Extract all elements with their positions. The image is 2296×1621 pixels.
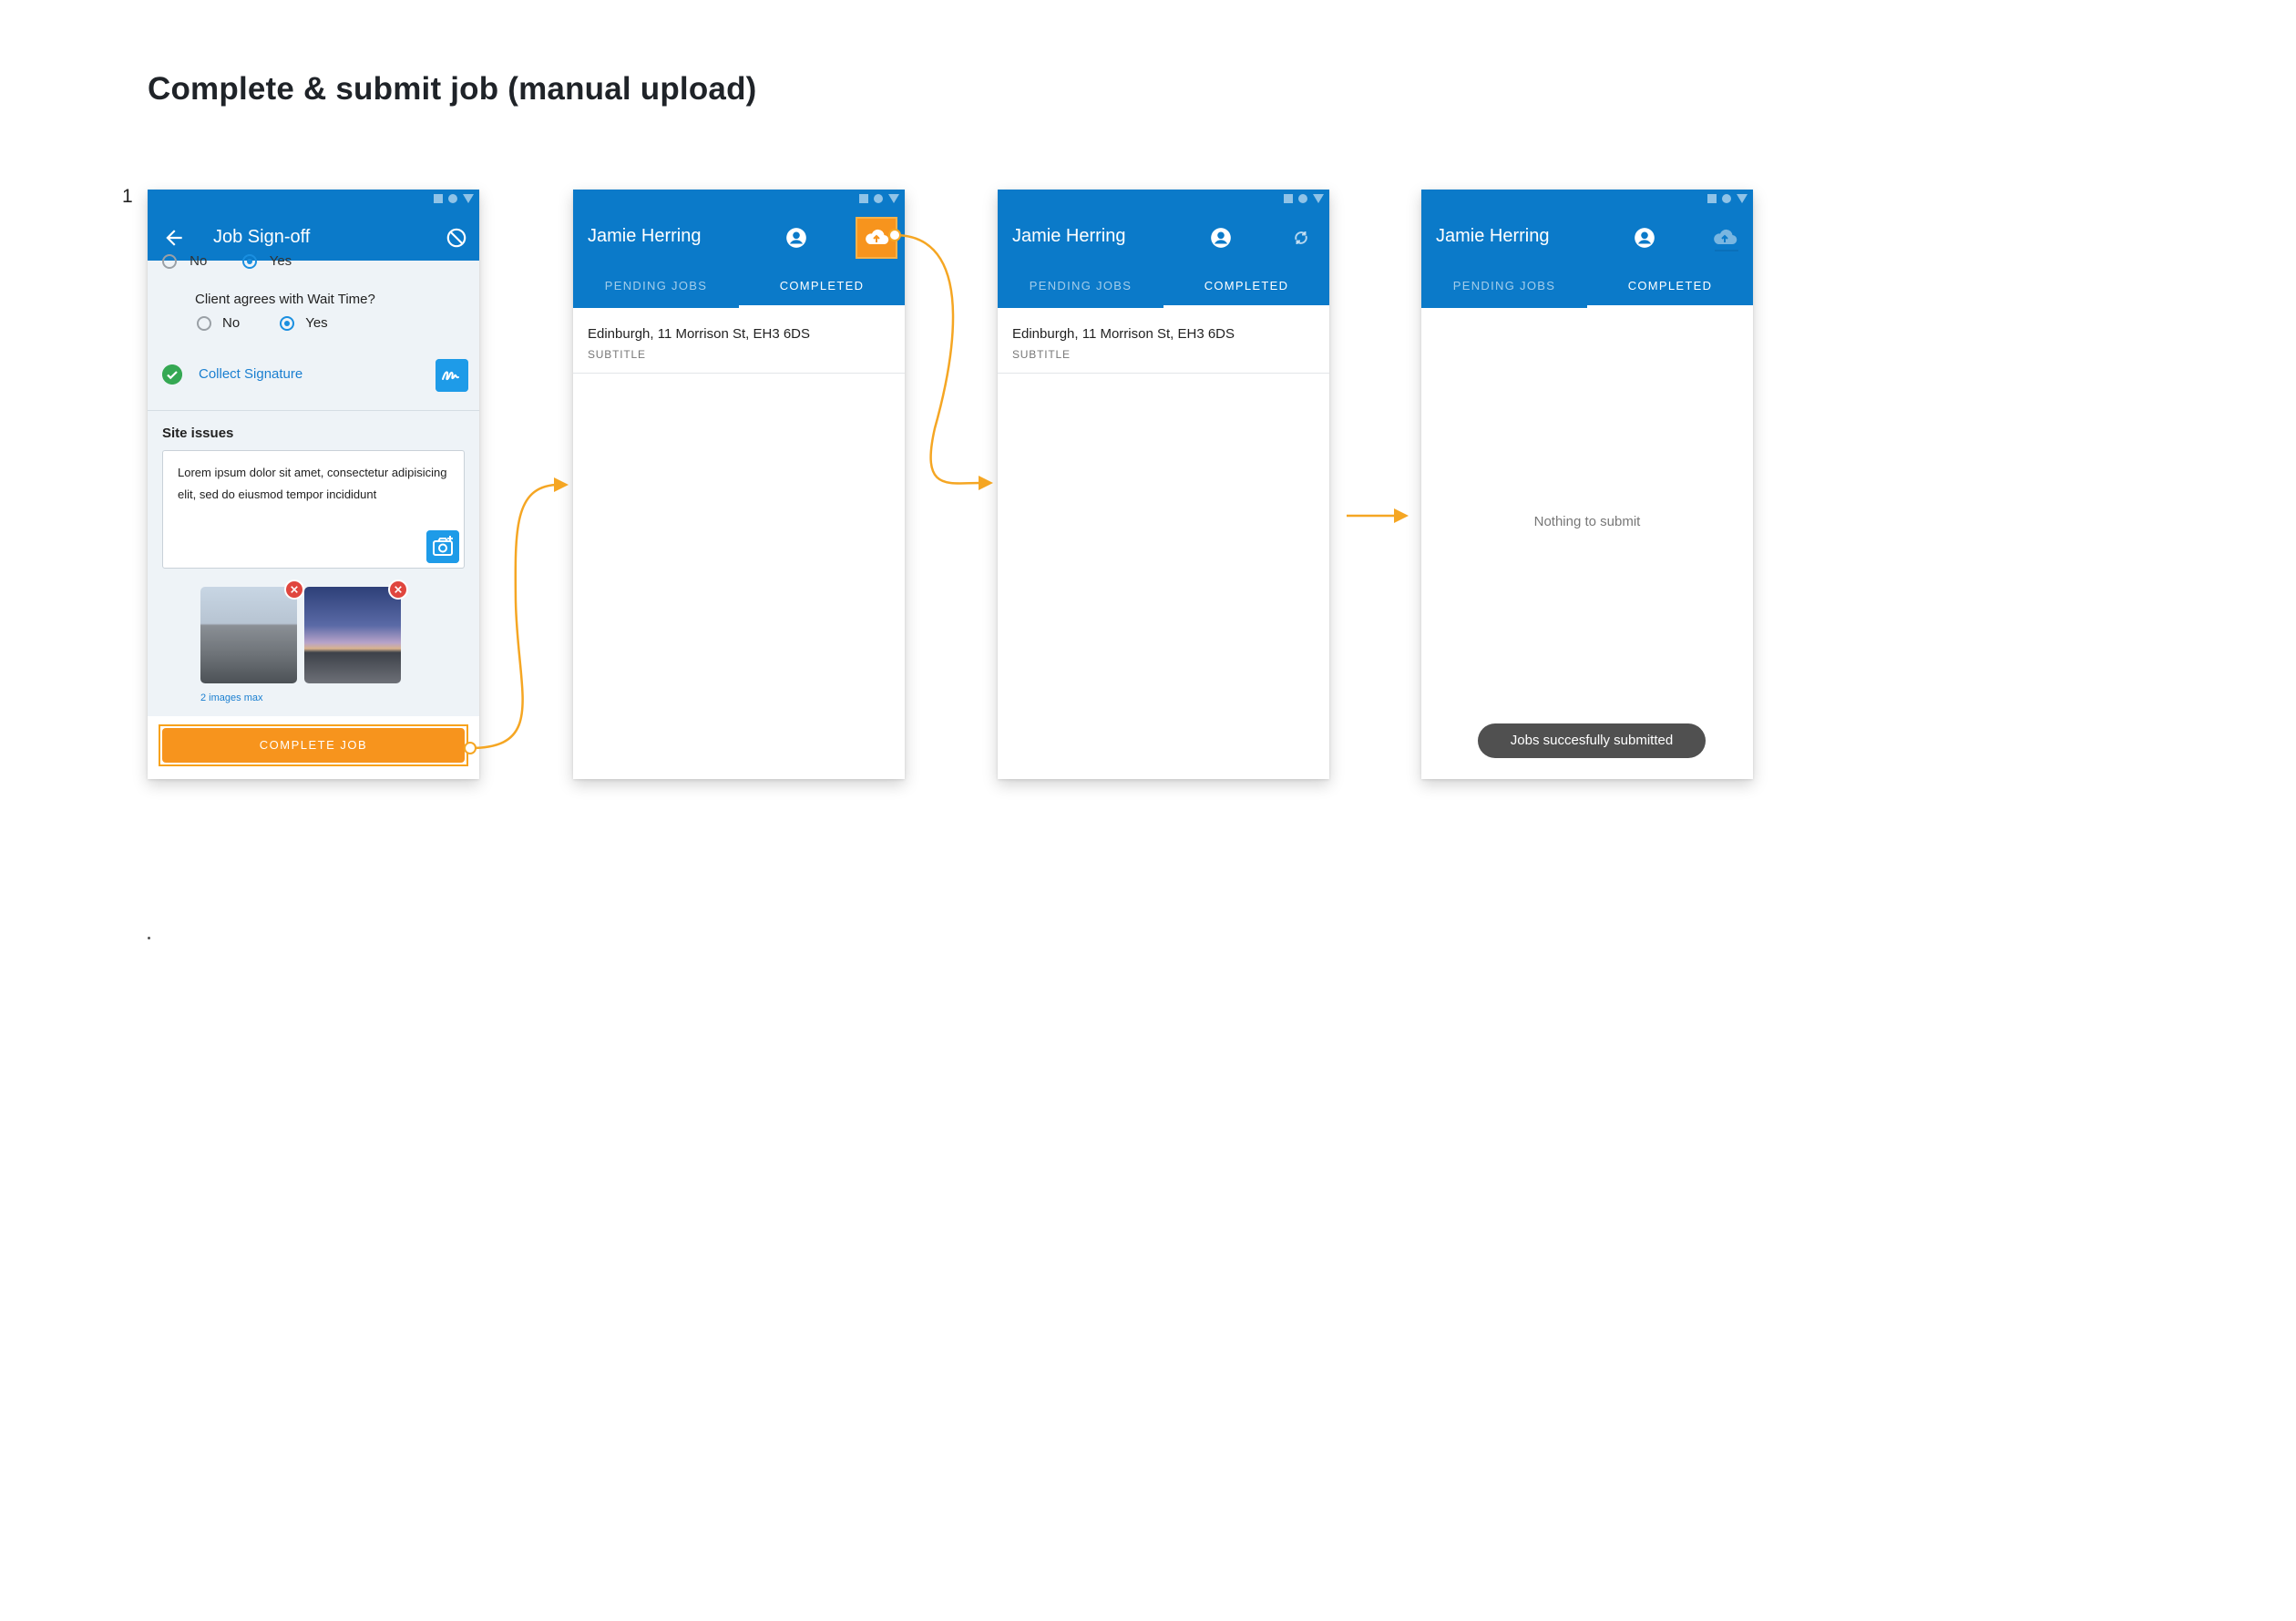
check-circle-icon [162, 364, 182, 385]
tab-pending-jobs[interactable]: PENDING JOBS [998, 272, 1163, 308]
screen-title: Job Sign-off [213, 227, 311, 247]
job-list-item[interactable]: Edinburgh, 11 Morrison St, EH3 6DS SUBTI… [573, 308, 905, 374]
footer-bar: COMPLETE JOB [148, 716, 479, 779]
option-no-previous: No [190, 253, 208, 269]
status-triangle-icon [1313, 194, 1324, 203]
radio-yes[interactable] [280, 315, 295, 331]
status-square-icon [434, 194, 443, 203]
job-subtitle: SUBTITLE [588, 348, 646, 361]
complete-job-button[interactable]: COMPLETE JOB [162, 728, 465, 763]
screen-submitted: Jamie Herring PENDING JOBS COMPLETED Not… [1421, 190, 1753, 779]
tab-bar: PENDING JOBS COMPLETED [1421, 272, 1753, 308]
app-bar: Jamie Herring PENDING JOBS COMPLETED [998, 190, 1329, 308]
step-number: 1 [122, 186, 133, 207]
cancel-job-icon[interactable] [445, 226, 468, 250]
user-name: Jamie Herring [1012, 226, 1126, 246]
photo-thumbnail-1[interactable] [200, 580, 304, 683]
radio-no-previous[interactable] [162, 254, 177, 270]
status-square-icon [1707, 194, 1717, 203]
radio-no[interactable] [197, 315, 211, 331]
app-bar: Jamie Herring PENDING JOBS COMPLETED [573, 190, 905, 308]
status-square-icon [859, 194, 868, 203]
tab-completed[interactable]: COMPLETED [1163, 272, 1329, 308]
building-photo [200, 587, 297, 683]
job-subtitle: SUBTITLE [1012, 348, 1071, 361]
back-arrow-icon[interactable] [162, 226, 186, 250]
option-yes-previous: Yes [269, 253, 292, 269]
site-issues-textarea[interactable]: Lorem ipsum dolor sit amet, consectetur … [162, 450, 465, 569]
job-list-item[interactable]: Edinburgh, 11 Morrison St, EH3 6DS SUBTI… [998, 308, 1329, 374]
arrowhead-3 [1394, 508, 1409, 523]
tab-pending-jobs[interactable]: PENDING JOBS [573, 272, 739, 308]
status-bar [859, 194, 899, 203]
status-bar [434, 194, 474, 203]
signoff-form: No Yes Client agrees with Wait Time? No … [148, 253, 479, 779]
empty-state-text: Nothing to submit [1533, 514, 1641, 529]
user-name: Jamie Herring [1436, 226, 1550, 246]
status-circle-icon [1298, 194, 1307, 203]
collect-signature-row[interactable]: Collect Signature [162, 357, 468, 394]
photo-thumbnail-2[interactable] [304, 580, 408, 683]
tab-completed[interactable]: COMPLETED [739, 272, 905, 308]
page-title: Complete & submit job (manual upload) [148, 71, 757, 107]
app-bar: Job Sign-off [148, 190, 479, 261]
status-triangle-icon [888, 194, 899, 203]
tab-pending-jobs[interactable]: PENDING JOBS [1421, 272, 1587, 308]
tab-bar: PENDING JOBS COMPLETED [998, 272, 1329, 308]
arrow-upload-to-sync [894, 233, 981, 485]
option-yes-label: Yes [305, 315, 328, 331]
images-max-hint: 2 images max [200, 693, 263, 703]
tab-completed[interactable]: COMPLETED [1587, 272, 1753, 308]
arrowhead-2 [979, 476, 993, 490]
status-circle-icon [1722, 194, 1731, 203]
wait-time-question: Client agrees with Wait Time? [195, 292, 375, 307]
user-name: Jamie Herring [588, 226, 702, 246]
radio-yes-previous[interactable] [241, 254, 257, 270]
account-circle-icon[interactable] [1633, 226, 1656, 250]
status-bar [1284, 194, 1324, 203]
site-issues-label: Site issues [162, 426, 234, 441]
screen-job-signoff: Job Sign-off No Yes Client agrees with W… [148, 190, 479, 779]
status-circle-icon [874, 194, 883, 203]
account-circle-icon[interactable] [1209, 226, 1233, 250]
collect-signature-label[interactable]: Collect Signature [199, 366, 302, 382]
stray-dot [148, 937, 150, 939]
add-photo-icon[interactable] [426, 530, 459, 563]
remove-photo-icon[interactable] [284, 580, 304, 600]
dusk-photo [304, 587, 401, 683]
remove-photo-icon[interactable] [388, 580, 408, 600]
section-divider [148, 410, 479, 411]
previous-question-options: No Yes [162, 253, 292, 270]
status-triangle-icon [1737, 194, 1748, 203]
status-square-icon [1284, 194, 1293, 203]
signature-icon[interactable] [436, 359, 468, 392]
cloud-upload-disabled-icon [1714, 229, 1738, 251]
success-toast: Jobs succesfully submitted [1478, 723, 1706, 758]
screen-syncing: Jamie Herring PENDING JOBS COMPLETED Edi… [998, 190, 1329, 779]
status-triangle-icon [463, 194, 474, 203]
option-no-label: No [222, 315, 241, 331]
screen-completed-list: Jamie Herring PENDING JOBS COMPLETED Edi… [573, 190, 905, 779]
status-bar [1707, 194, 1748, 203]
sync-icon [1295, 231, 1307, 244]
arrowhead-1 [554, 477, 569, 492]
job-address: Edinburgh, 11 Morrison St, EH3 6DS [1012, 326, 1235, 342]
tab-bar: PENDING JOBS COMPLETED [573, 272, 905, 308]
status-circle-icon [448, 194, 457, 203]
arrow-complete-to-list [469, 483, 557, 750]
job-address: Edinburgh, 11 Morrison St, EH3 6DS [588, 326, 811, 342]
wait-time-options: No Yes [197, 315, 368, 331]
app-bar: Jamie Herring PENDING JOBS COMPLETED [1421, 190, 1753, 308]
account-circle-icon[interactable] [784, 226, 808, 250]
cloud-upload-icon[interactable] [860, 221, 893, 254]
